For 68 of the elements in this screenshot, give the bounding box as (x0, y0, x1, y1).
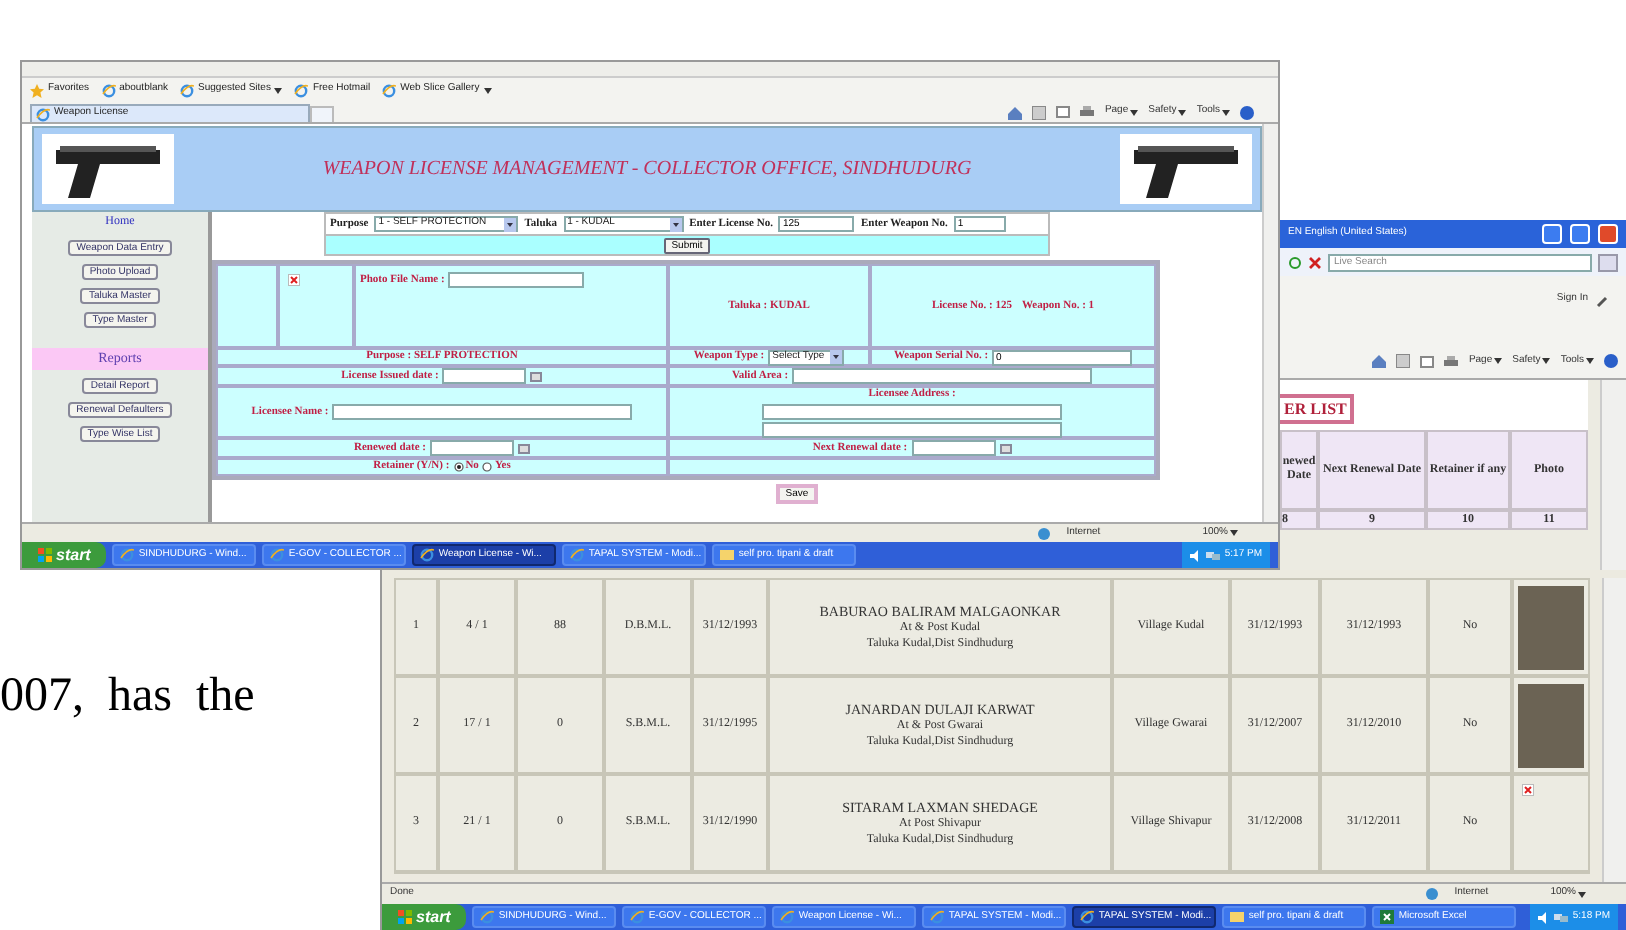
stop-icon (1308, 255, 1322, 269)
calendar-icon (530, 371, 543, 381)
broken-image-icon (1522, 784, 1534, 796)
broken-image-icon (288, 274, 300, 286)
search-button[interactable] (1598, 253, 1618, 271)
input-field[interactable] (762, 404, 1062, 421)
browser-icon (382, 83, 397, 97)
input-field[interactable] (911, 440, 996, 456)
input-field[interactable] (762, 422, 1062, 439)
windows-logo-icon (398, 910, 412, 924)
speaker-icon (1538, 911, 1551, 923)
browser-icon (570, 547, 585, 562)
caret-icon (1222, 109, 1230, 115)
globe-icon (1426, 888, 1439, 900)
speaker-icon (1190, 549, 1203, 561)
browser-icon (630, 909, 645, 924)
body-text: 007, has the (0, 668, 255, 726)
wrench-icon (1596, 293, 1610, 307)
browser-icon (101, 83, 116, 97)
star-icon (30, 83, 44, 97)
caret-icon (1130, 109, 1139, 115)
browser-icon (36, 107, 50, 121)
caret-icon (274, 87, 283, 93)
caret-icon (1586, 358, 1594, 364)
browser-icon (270, 547, 285, 562)
printer-icon (1080, 106, 1095, 118)
windows-logo-icon (38, 548, 52, 562)
spreadsheet-icon (1380, 909, 1395, 924)
caret-icon (1494, 358, 1503, 364)
browser-icon (1080, 909, 1095, 924)
input-field[interactable] (332, 404, 633, 420)
start-button[interactable]: start (22, 542, 107, 568)
maximize-button[interactable] (1570, 224, 1590, 244)
browser-icon (180, 83, 195, 97)
input-field[interactable] (448, 272, 585, 288)
browser-icon (120, 547, 135, 562)
input-field[interactable] (792, 368, 1093, 384)
banner-title: WEAPON LICENSE MANAGEMENT - COLLECTOR OFFICE, SINDHUDURG (320, 156, 974, 184)
globe-icon (1038, 527, 1051, 539)
calendar-icon (999, 443, 1012, 453)
input-field[interactable] (442, 368, 527, 384)
mail-icon (1056, 106, 1071, 118)
home-icon (1372, 354, 1387, 368)
home-icon (1008, 105, 1023, 119)
calendar-icon (518, 443, 531, 453)
mail-icon (1420, 355, 1435, 367)
caret-icon (483, 87, 492, 93)
browser-icon (780, 909, 795, 924)
browser-icon (294, 83, 309, 97)
minimize-button[interactable] (1542, 224, 1562, 244)
folder-icon (720, 548, 735, 561)
dropdown-icon (504, 217, 517, 231)
caret-icon (1542, 358, 1551, 364)
dropdown-icon (830, 350, 843, 364)
refresh-icon (1288, 255, 1302, 269)
browser-icon (930, 909, 945, 924)
caret-icon (1578, 891, 1586, 897)
input-field[interactable] (430, 440, 515, 456)
new-tab-button[interactable] (310, 106, 334, 122)
folder-icon (1230, 910, 1245, 923)
caret-icon (1178, 109, 1187, 115)
printer-icon (1444, 355, 1459, 367)
browser-icon (480, 909, 495, 924)
close-button[interactable] (1598, 224, 1618, 244)
browser-icon (420, 547, 435, 562)
start-button[interactable]: start (382, 904, 467, 930)
dropdown-icon (669, 217, 682, 231)
caret-icon (1230, 530, 1238, 536)
